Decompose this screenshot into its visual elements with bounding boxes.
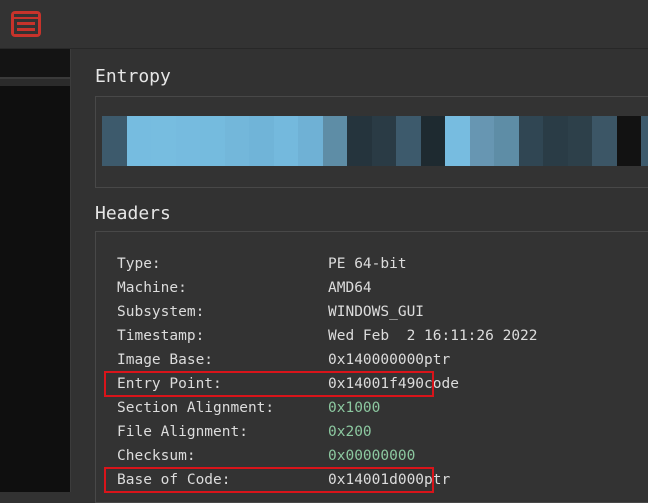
header-value-text: 0x00000000 (328, 448, 416, 464)
header-value-text: PE 64-bit (328, 256, 407, 272)
entropy-segment (641, 116, 648, 166)
entropy-segment (518, 116, 543, 166)
headers-panel: Type: PE 64-bit Machine: AMD64 Subsystem: WIN… (95, 231, 648, 503)
header-row: Checksum: 0x00000000 (117, 444, 557, 468)
header-label: Base of Code: (117, 472, 231, 488)
header-value: 0x1000 (328, 396, 380, 420)
sidebar-panel (0, 86, 70, 492)
entropy-segment (567, 116, 592, 166)
entropy-title: Entropy (95, 66, 171, 87)
header-value-text: 0x1000 (328, 400, 381, 416)
entropy-bar (102, 116, 648, 166)
header-row: Entry Point: 0x14001f490code (117, 372, 557, 396)
entropy-segment (543, 116, 568, 166)
entropy-segment (420, 116, 445, 166)
header-value: 0x14001f490code (328, 372, 459, 396)
header-value-text: WINDOWS_GUI (328, 304, 425, 320)
entropy-segment (347, 116, 372, 166)
header-row: Type: PE 64-bit (117, 252, 557, 276)
header-row: Base of Code: 0x14001d000ptr (117, 468, 557, 492)
headers-title: Headers (95, 203, 171, 224)
header-label: Image Base: (117, 352, 214, 368)
entropy-segment (175, 116, 200, 166)
header-label: Subsystem: (117, 304, 205, 320)
entropy-segment (396, 116, 421, 166)
header-value-text: 0x200 (328, 424, 372, 440)
header-value-text: 0x140000000 (328, 352, 425, 368)
header-value: 0x140000000ptr (328, 348, 450, 372)
header-row: Machine: AMD64 (117, 276, 557, 300)
entropy-segment (200, 116, 225, 166)
header-value: 0x14001d000ptr (328, 468, 450, 492)
entropy-segment (469, 116, 494, 166)
header-label: File Alignment: (117, 424, 248, 440)
entropy-segment (592, 116, 617, 166)
header-row: File Alignment: 0x200 (117, 420, 557, 444)
entropy-segment (298, 116, 323, 166)
header-label: Machine: (117, 280, 187, 296)
header-label: Entry Point: (117, 376, 222, 392)
title-bar (0, 0, 648, 49)
header-label: Type: (117, 256, 161, 272)
header-label: Timestamp: (117, 328, 205, 344)
sidebar-header (0, 49, 70, 79)
header-value-suffix: code (424, 376, 459, 392)
header-value: WINDOWS_GUI (328, 300, 424, 324)
entropy-segment (273, 116, 298, 166)
header-value-suffix: ptr (424, 352, 451, 368)
header-value-text: AMD64 (328, 280, 372, 296)
header-row: Subsystem: WINDOWS_GUI (117, 300, 557, 324)
entropy-panel (95, 96, 648, 188)
header-label: Section Alignment: (117, 400, 275, 416)
entropy-segment (445, 116, 470, 166)
header-value: Wed Feb 2 16:11:26 2022 (328, 324, 538, 348)
entropy-segment (249, 116, 274, 166)
header-row: Image Base: 0x140000000ptr (117, 348, 557, 372)
entropy-segment (151, 116, 176, 166)
header-value-text: 0x14001f490 (328, 376, 425, 392)
header-value-text: Wed Feb 2 16:11:26 2022 (328, 328, 538, 344)
header-value: AMD64 (328, 276, 372, 300)
entropy-segment (494, 116, 519, 166)
entropy-segment (616, 116, 641, 166)
header-value: PE 64-bit (328, 252, 407, 276)
entropy-segment (322, 116, 347, 166)
header-label: Checksum: (117, 448, 196, 464)
entropy-segment (126, 116, 151, 166)
app-window-icon[interactable] (10, 10, 42, 38)
header-value-suffix: ptr (424, 472, 451, 488)
sidebar (0, 49, 71, 492)
header-value-text: 0x14001d000 (328, 472, 425, 488)
entropy-segment (224, 116, 249, 166)
entropy-segment (371, 116, 396, 166)
header-row: Timestamp: Wed Feb 2 16:11:26 2022 (117, 324, 557, 348)
header-value: 0x00000000 (328, 444, 415, 468)
header-row: Section Alignment: 0x1000 (117, 396, 557, 420)
header-value: 0x200 (328, 420, 372, 444)
entropy-segment (102, 116, 127, 166)
